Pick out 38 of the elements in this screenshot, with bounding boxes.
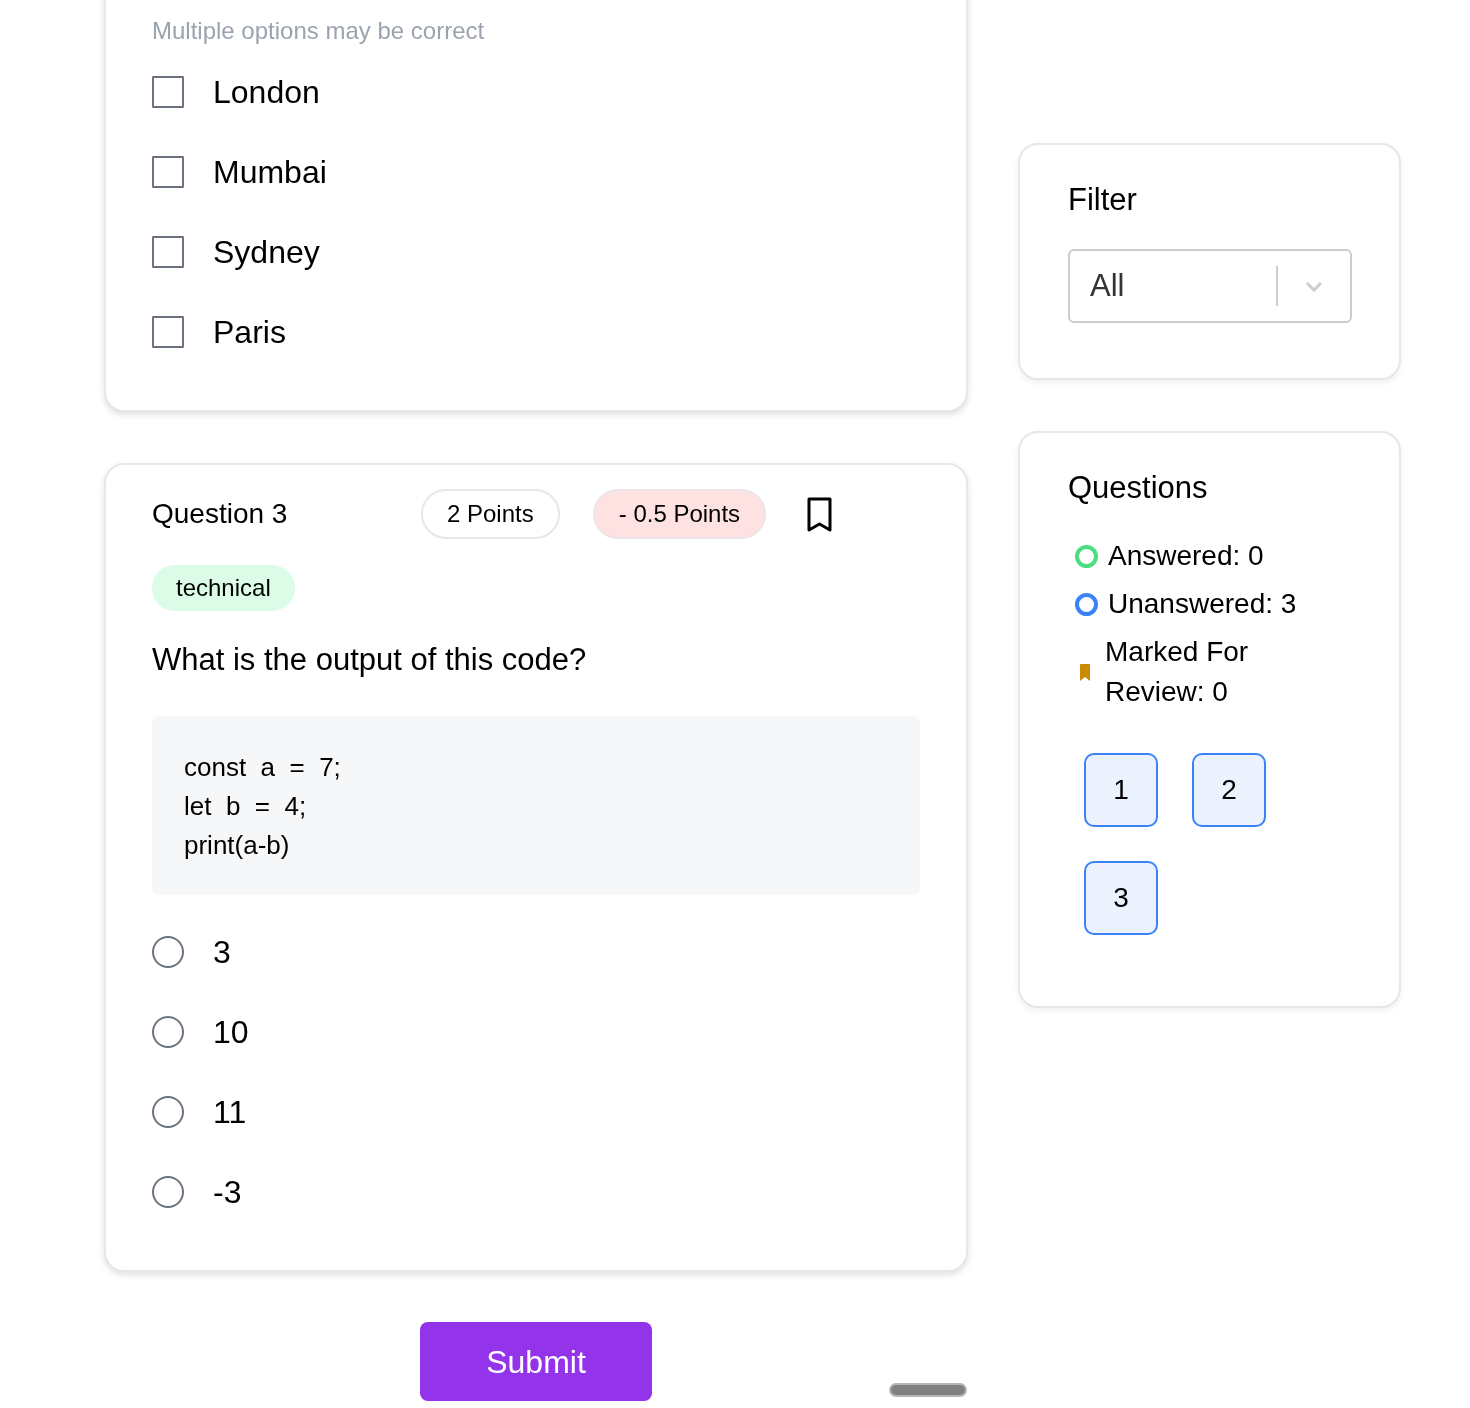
option-label: 11 [213,1093,247,1132]
points-badge: 2 Points [421,489,560,539]
code-line: let b = 4; [184,790,307,823]
option-label: 10 [213,1013,249,1052]
radio-button[interactable] [152,1096,184,1128]
category-tag: technical [152,565,295,611]
penalty-badge: - 0.5 Points [592,489,767,539]
option-label: Sydney [213,233,320,272]
hint-text: Multiple options may be correct [152,16,486,46]
radio-button[interactable] [152,1016,184,1048]
scrollbar-thumb[interactable] [889,1383,967,1397]
chevron-down-icon [1305,280,1323,292]
panel-title: Questions [1068,469,1209,507]
radio-button[interactable] [152,936,184,968]
question-number-button[interactable]: 1 [1084,753,1158,827]
bookmark-icon[interactable] [807,496,833,532]
radio-button[interactable] [152,1176,184,1208]
question-number-button[interactable]: 3 [1084,861,1158,935]
checkbox[interactable] [152,156,184,188]
option-label: -3 [213,1173,242,1212]
option-label: London [213,73,320,112]
option-label: 3 [213,933,231,972]
checkbox[interactable] [152,236,184,268]
filter-select[interactable]: All [1068,249,1352,323]
checkbox[interactable] [152,316,184,348]
checkbox[interactable] [152,76,184,108]
legend-label: Answered: 0 [1108,539,1265,573]
code-line: print(a-b) [184,829,290,862]
submit-button[interactable]: Submit [420,1322,652,1401]
filter-title: Filter [1068,181,1138,219]
option-label: Paris [213,313,286,352]
option-label: Mumbai [213,153,327,192]
legend-label: Marked For Review: 0 [1105,635,1250,709]
legend-label: Unanswered: 3 [1108,587,1298,621]
question-title: Question 3 [152,497,289,531]
code-line: const a = 7; [184,751,341,784]
question-prompt: What is the output of this code? [152,641,588,679]
question-number-button[interactable]: 2 [1192,753,1266,827]
